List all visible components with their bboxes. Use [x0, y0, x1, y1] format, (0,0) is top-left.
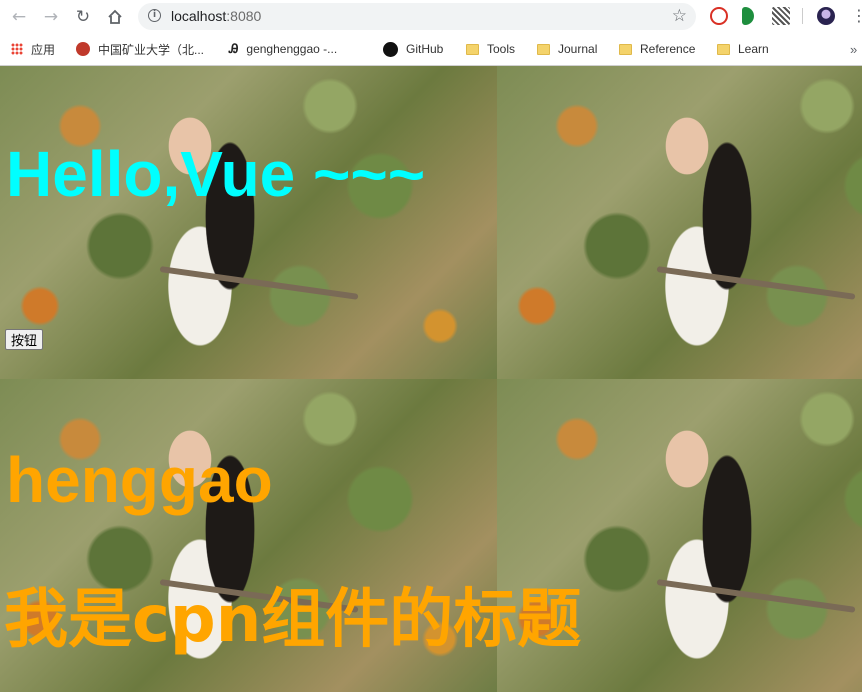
cpn-component-title: 我是cpn组件的标题 [4, 583, 582, 657]
home-icon[interactable] [104, 6, 126, 28]
extension-red-icon[interactable] [710, 7, 728, 25]
bookmark-github[interactable]: GitHub [383, 41, 443, 57]
address-bar[interactable]: i localhost:8080 ☆ [138, 3, 696, 30]
folder-icon [466, 43, 479, 55]
branch-decoration [159, 266, 359, 300]
menu-kebab-icon[interactable]: ⋮ [851, 6, 862, 25]
bookmark-cumtb[interactable]: 中国矿业大学（北... [76, 41, 204, 57]
reload-icon[interactable]: ↻ [72, 6, 94, 28]
bookmark-genghenggao[interactable]: Ꭿ genghenggao -... [229, 41, 337, 57]
browser-toolbar: ← → ↻ i localhost:8080 ☆ ⋮ [0, 0, 862, 33]
bookmark-learn[interactable]: Learn [717, 41, 769, 57]
bookmark-journal[interactable]: Journal [537, 41, 597, 57]
page-content: Hello,Vue ~~~ 按钮 henggao 我是cpn组件的标题 [0, 66, 862, 695]
bookmark-label: genghenggao -... [246, 42, 338, 56]
bookmark-label: Reference [640, 42, 696, 56]
university-logo-icon [76, 42, 90, 56]
bookmark-star-icon[interactable]: ☆ [672, 6, 687, 26]
bookmarks-overflow-icon[interactable]: » [850, 41, 857, 57]
bookmark-label: 应用 [31, 42, 56, 57]
bookmark-label: Journal [558, 42, 598, 56]
branch-decoration [656, 579, 856, 613]
background-photo-tile [0, 66, 497, 379]
folder-icon [717, 43, 730, 55]
address-bar-url: localhost:8080 [171, 8, 261, 24]
apps-grid-icon [11, 43, 23, 55]
bookmark-label: 中国矿业大学（北... [98, 42, 205, 57]
folder-icon [619, 43, 632, 55]
bookmark-label: GitHub [406, 42, 444, 56]
background-photo-tile [497, 66, 862, 379]
profile-icon: Ꭿ [229, 41, 239, 56]
url-host: localhost [171, 8, 227, 24]
bookmark-label: Tools [487, 42, 516, 56]
folder-icon [537, 43, 550, 55]
action-button[interactable]: 按钮 [5, 329, 44, 350]
bookmark-reference[interactable]: Reference [619, 41, 695, 57]
back-arrow-icon[interactable]: ← [8, 6, 30, 28]
url-port: :8080 [226, 8, 262, 24]
site-info-icon[interactable]: i [148, 9, 161, 22]
profile-avatar[interactable] [817, 7, 835, 25]
name-heading: henggao [6, 444, 273, 516]
bookmark-tools[interactable]: Tools [466, 41, 515, 57]
extension-translate-icon[interactable] [772, 7, 790, 25]
forward-arrow-icon[interactable]: → [40, 6, 62, 28]
extension-green-icon[interactable] [742, 7, 754, 25]
github-icon [383, 41, 398, 57]
bookmark-apps[interactable]: 应用 [11, 41, 55, 57]
branch-decoration [656, 266, 856, 300]
hello-vue-heading: Hello,Vue ~~~ [6, 138, 426, 210]
bookmarks-bar: 应用 中国矿业大学（北... Ꭿ genghenggao -... GitHub… [0, 33, 862, 66]
bookmark-label: Learn [738, 42, 769, 56]
toolbar-divider [802, 8, 803, 24]
